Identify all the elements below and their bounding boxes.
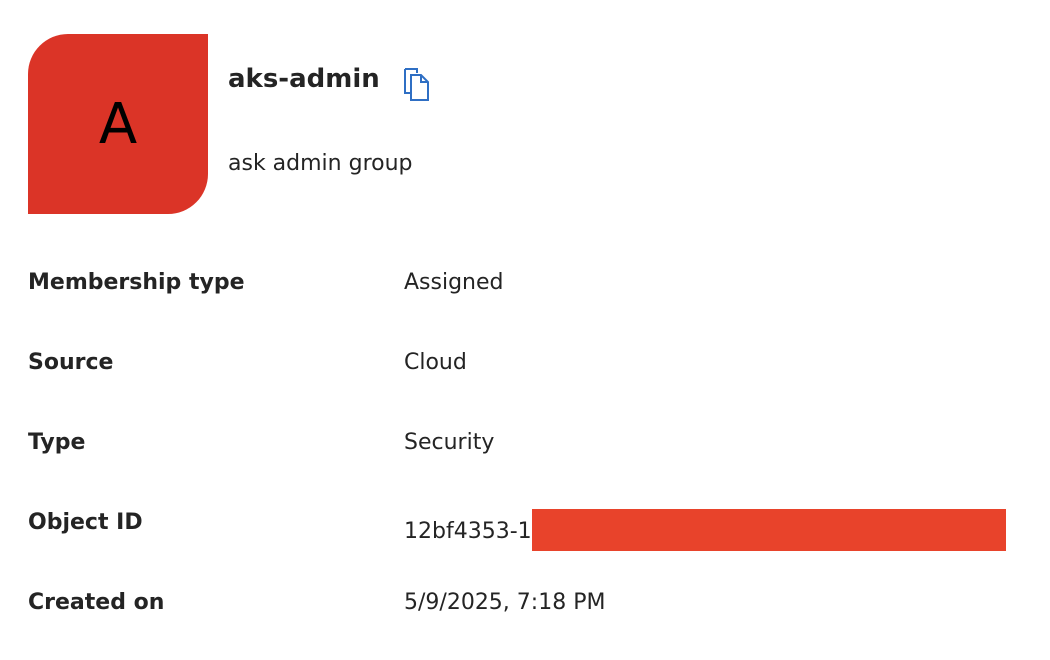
properties-list: Membership type Assigned Source Cloud Ty… bbox=[28, 258, 1028, 658]
property-row-source: Source Cloud bbox=[28, 338, 1028, 418]
property-value: Assigned bbox=[404, 270, 504, 295]
redaction-box bbox=[531, 509, 1006, 551]
group-name: aks-admin bbox=[228, 64, 380, 94]
property-row-membership-type: Membership type Assigned bbox=[28, 258, 1028, 338]
property-value-object-id[interactable]: 12bf4353-1 bbox=[404, 509, 1006, 552]
property-row-created-on: Created on 5/9/2025, 7:18 PM bbox=[28, 578, 1028, 658]
property-row-object-id: Object ID 12bf4353-1 bbox=[28, 498, 1028, 578]
property-value: 5/9/2025, 7:18 PM bbox=[404, 590, 606, 615]
property-label: Object ID bbox=[28, 510, 143, 535]
group-avatar: A bbox=[28, 34, 208, 214]
property-value: Security bbox=[404, 430, 495, 455]
avatar-letter: A bbox=[98, 91, 138, 157]
property-label: Type bbox=[28, 430, 86, 455]
object-id-text: 12bf4353-1 bbox=[404, 518, 532, 544]
copy-icon bbox=[404, 68, 429, 101]
group-description: ask admin group bbox=[228, 151, 413, 176]
property-label: Created on bbox=[28, 590, 165, 615]
property-label: Membership type bbox=[28, 270, 245, 295]
property-row-type: Type Security bbox=[28, 418, 1028, 498]
property-label: Source bbox=[28, 350, 114, 375]
property-value: Cloud bbox=[404, 350, 467, 375]
copy-name-button[interactable] bbox=[398, 64, 434, 104]
